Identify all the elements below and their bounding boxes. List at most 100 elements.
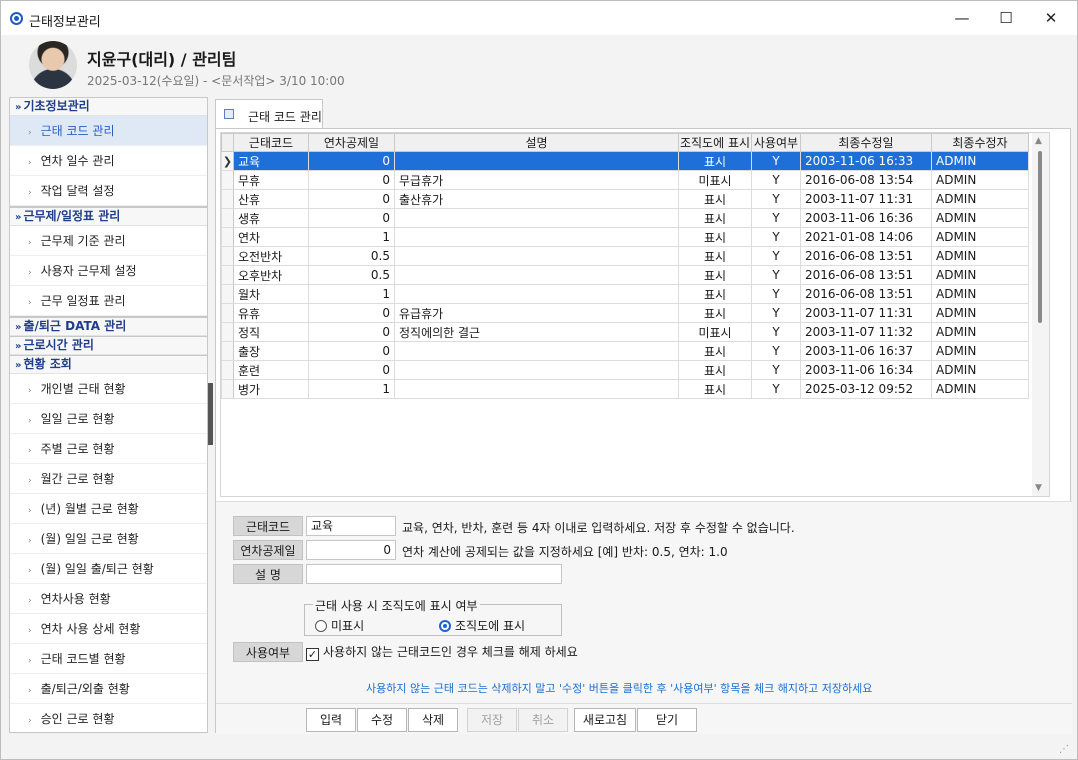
table-row[interactable]: 무휴 0 무급휴가 미표시 Y 2016-06-08 13:54 ADMIN — [221, 170, 1029, 190]
table-row[interactable]: 생휴 0 표시 Y 2003-11-06 16:36 ADMIN — [221, 208, 1029, 228]
delete-button[interactable]: 삭제 — [408, 708, 458, 732]
sidebar-item-weekly-status[interactable]: › 주별 근로 현황 — [10, 434, 207, 464]
resize-grip-icon[interactable]: ⋰ — [1059, 744, 1069, 755]
description-input[interactable] — [306, 564, 562, 584]
column-header[interactable]: 최종수정자 — [931, 133, 1029, 152]
table-cell: 표시 — [678, 151, 752, 171]
user-header: 지윤구(대리) / 관리팀 2025-03-12(수요일) - <문서작업> 3… — [1, 35, 1077, 93]
column-header[interactable]: 사용여부 — [751, 133, 801, 152]
display-option-group: 근태 사용 시 조직도에 표시 여부 미표시 조직도에 표시 — [304, 597, 562, 636]
sidebar-item-inout-outing[interactable]: › 출/퇴근/외출 현황 — [10, 674, 207, 704]
deduct-input[interactable]: 0 — [306, 540, 396, 560]
scroll-down-icon[interactable]: ▼ — [1035, 483, 1042, 493]
scrollbar-thumb[interactable] — [1038, 151, 1042, 323]
table-row[interactable]: 출장 0 표시 Y 2003-11-06 16:37 ADMIN — [221, 341, 1029, 361]
table-cell: 표시 — [678, 303, 752, 323]
table-row[interactable]: 산휴 0 출산휴가 표시 Y 2003-11-07 11:31 ADMIN — [221, 189, 1029, 209]
group-header-work-schedule[interactable]: » 근무제/일정표 관리 — [10, 208, 207, 226]
table-row[interactable]: 오전반차 0.5 표시 Y 2016-06-08 13:51 ADMIN — [221, 246, 1029, 266]
maximize-button[interactable]: ☐ — [983, 1, 1029, 35]
sidebar-item-work-standard[interactable]: › 근무제 기준 관리 — [10, 226, 207, 256]
tab-attendance-code[interactable]: 근태 코드 관리 — [215, 99, 323, 129]
table-row[interactable]: ❯ 교육 0 표시 Y 2003-11-06 16:33 ADMIN — [221, 151, 1029, 171]
sidebar-item-personal-status[interactable]: › 개인별 근태 현황 — [10, 374, 207, 404]
sidebar-item-yearly-monthly-status[interactable]: › (년) 월별 근로 현황 — [10, 494, 207, 524]
group-header-basic-info[interactable]: » 기초정보관리 — [10, 98, 207, 116]
use-checkbox[interactable]: ✓ 사용하지 않는 근태코드인 경우 체크를 해제 하세요 — [306, 643, 578, 661]
sidebar-item-annual-days[interactable]: › 연차 일수 관리 — [10, 146, 207, 176]
empty-row — [222, 399, 1029, 418]
table-cell: 0 — [308, 322, 395, 342]
column-header[interactable]: 조직도에 표시 — [678, 133, 752, 152]
cancel-button[interactable]: 취소 — [518, 708, 568, 732]
sidebar-item-annual-usage-detail[interactable]: › 연차 사용 상세 현황 — [10, 614, 207, 644]
sidebar-item-code-status[interactable]: › 근태 코드별 현황 — [10, 644, 207, 674]
row-indicator[interactable] — [221, 303, 234, 323]
sidebar-item-work-calendar[interactable]: › 작업 달력 설정 — [10, 176, 207, 206]
row-indicator[interactable] — [221, 284, 234, 304]
table-row[interactable]: 연차 1 표시 Y 2021-01-08 14:06 ADMIN — [221, 227, 1029, 247]
radio-show[interactable]: 조직도에 표시 — [439, 617, 525, 634]
table-cell: Y — [751, 208, 801, 228]
row-indicator[interactable] — [221, 189, 234, 209]
sidebar-item-work-schedule[interactable]: › 근무 일정표 관리 — [10, 286, 207, 316]
table-cell: 미표시 — [678, 170, 752, 190]
bullet-icon: › — [28, 656, 32, 666]
row-indicator[interactable] — [221, 170, 234, 190]
sidebar-item-daily-status[interactable]: › 일일 근로 현황 — [10, 404, 207, 434]
column-header[interactable]: 설명 — [394, 133, 679, 152]
table-cell: 2016-06-08 13:51 — [800, 265, 932, 285]
table-cell: Y — [751, 303, 801, 323]
row-indicator[interactable] — [221, 360, 234, 380]
sidebar-item-user-work-setting[interactable]: › 사용자 근무제 설정 — [10, 256, 207, 286]
code-input[interactable]: 교육 — [306, 516, 396, 536]
row-pointer-icon[interactable]: ❯ — [221, 151, 234, 171]
row-indicator[interactable] — [221, 246, 234, 266]
close-button[interactable]: 닫기 — [637, 708, 697, 732]
save-button[interactable]: 저장 — [467, 708, 517, 732]
table-cell: 유급휴가 — [394, 303, 679, 323]
sidebar-item-attendance-code[interactable]: › 근태 코드 관리 — [10, 116, 207, 146]
sidebar-item-monthly-daily-inout[interactable]: › (월) 일일 출/퇴근 현황 — [10, 554, 207, 584]
row-indicator[interactable] — [221, 208, 234, 228]
row-indicator[interactable] — [221, 265, 234, 285]
row-indicator[interactable] — [221, 227, 234, 247]
sidebar-splitter-handle[interactable] — [208, 383, 213, 445]
minimize-button[interactable]: — — [939, 1, 985, 35]
bullet-icon: › — [28, 626, 32, 636]
sidebar-item-monthly-status[interactable]: › 월간 근로 현황 — [10, 464, 207, 494]
table-row[interactable]: 월차 1 표시 Y 2016-06-08 13:51 ADMIN — [221, 284, 1029, 304]
table-row[interactable]: 병가 1 표시 Y 2025-03-12 09:52 ADMIN — [221, 379, 1029, 399]
column-header[interactable]: 연차공제일 — [308, 133, 395, 152]
column-header[interactable]: 최종수정일 — [800, 133, 932, 152]
row-indicator[interactable] — [221, 322, 234, 342]
table-row[interactable]: 정직 0 정직에의한 결근 미표시 Y 2003-11-07 11:32 ADMIN — [221, 322, 1029, 342]
grid-vertical-scrollbar[interactable]: ▲ ▼ — [1032, 133, 1049, 496]
attendance-code-grid: 근태코드 연차공제일 설명 조직도에 표시 사용여부 최종수정일 최종수정자 ❯… — [220, 132, 1050, 497]
row-indicator[interactable] — [221, 341, 234, 361]
table-row[interactable]: 오후반차 0.5 표시 Y 2016-06-08 13:51 ADMIN — [221, 265, 1029, 285]
close-window-button[interactable]: ✕ — [1028, 1, 1074, 35]
group-header-work-hours[interactable]: » 근로시간 관리 — [10, 337, 207, 355]
empty-cell — [801, 456, 932, 475]
column-header[interactable]: 근태코드 — [233, 133, 309, 152]
sidebar-item-monthly-daily-status[interactable]: › (월) 일일 근로 현황 — [10, 524, 207, 554]
scroll-up-icon[interactable]: ▲ — [1035, 136, 1042, 146]
table-cell: 2025-03-12 09:52 — [800, 379, 932, 399]
table-row[interactable]: 훈련 0 표시 Y 2003-11-06 16:34 ADMIN — [221, 360, 1029, 380]
edit-button[interactable]: 수정 — [357, 708, 407, 732]
group-header-status-query[interactable]: » 현황 조회 — [10, 356, 207, 374]
table-cell: 표시 — [678, 208, 752, 228]
radio-hide[interactable]: 미표시 — [315, 617, 364, 634]
refresh-button[interactable]: 새로고침 — [574, 708, 636, 732]
table-cell: 0.5 — [308, 265, 395, 285]
row-indicator[interactable] — [221, 379, 234, 399]
sidebar-item-annual-usage[interactable]: › 연차사용 현황 — [10, 584, 207, 614]
empty-cell — [222, 437, 234, 456]
insert-button[interactable]: 입력 — [306, 708, 356, 732]
empty-cell — [932, 399, 1029, 418]
group-header-attendance-data[interactable]: » 출/퇴근 DATA 관리 — [10, 318, 207, 336]
table-row[interactable]: 유휴 0 유급휴가 표시 Y 2003-11-07 11:31 ADMIN — [221, 303, 1029, 323]
sidebar-item-approved-work[interactable]: › 승인 근로 현황 — [10, 704, 207, 734]
empty-cell — [234, 418, 309, 437]
